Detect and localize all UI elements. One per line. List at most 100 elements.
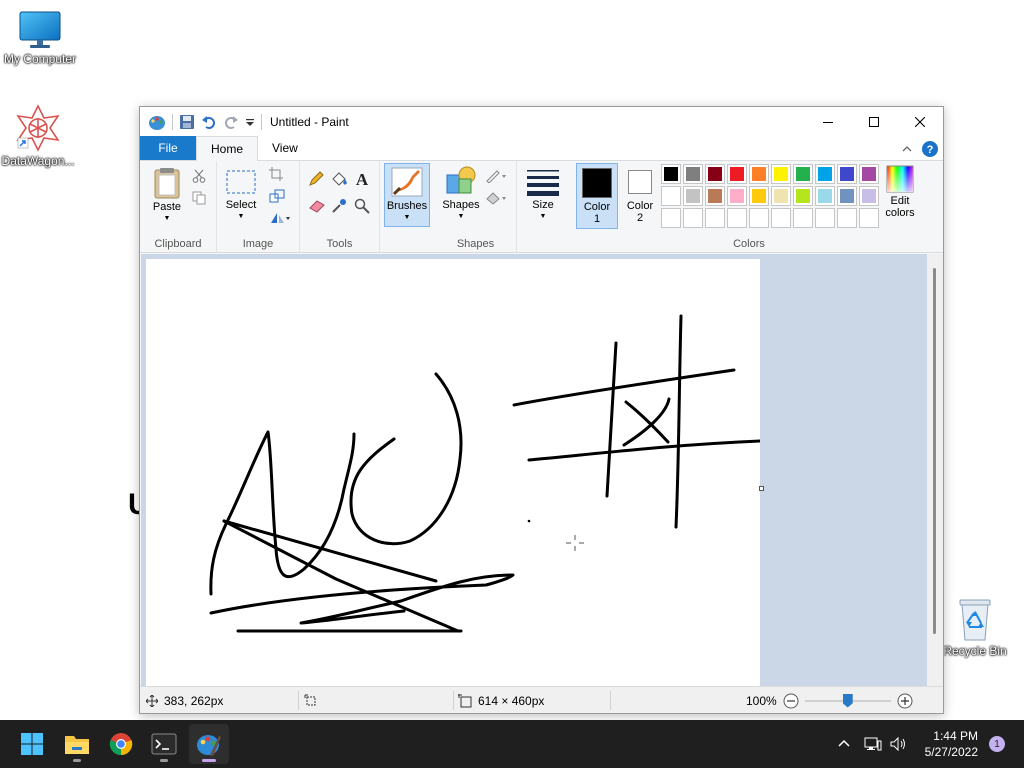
palette-swatch[interactable] xyxy=(749,164,769,184)
palette-swatch[interactable] xyxy=(705,186,725,206)
tab-file[interactable]: File xyxy=(140,136,196,160)
palette-swatch[interactable] xyxy=(793,208,813,228)
magnifier-icon[interactable] xyxy=(354,198,370,214)
palette-swatch[interactable] xyxy=(771,186,791,206)
brushes-button[interactable]: Brushes ▼ xyxy=(384,163,430,227)
volume-icon[interactable] xyxy=(890,736,908,752)
palette-swatch[interactable] xyxy=(815,164,835,184)
tab-home[interactable]: Home xyxy=(196,136,259,161)
color1-button[interactable]: Color 1 xyxy=(576,163,618,229)
help-icon[interactable]: ? xyxy=(921,140,939,158)
notification-badge[interactable]: 1 xyxy=(989,736,1005,752)
chrome-button[interactable] xyxy=(101,724,141,764)
size-button[interactable]: Size ▼ xyxy=(523,167,563,223)
save-icon[interactable] xyxy=(179,114,195,130)
edit-colors-button[interactable]: Edit colors xyxy=(879,165,921,219)
undo-icon[interactable] xyxy=(201,114,217,130)
palette-swatch[interactable] xyxy=(793,164,813,184)
palette-swatch[interactable] xyxy=(705,164,725,184)
palette-swatch[interactable] xyxy=(859,208,879,228)
vertical-scrollbar[interactable] xyxy=(927,254,943,686)
palette-swatch-color xyxy=(686,189,700,203)
group-label: Shapes xyxy=(456,238,495,250)
fill-icon[interactable] xyxy=(485,191,507,205)
cut-icon[interactable] xyxy=(192,169,206,183)
paste-button[interactable]: Paste ▼ xyxy=(148,167,186,225)
palette-swatch[interactable] xyxy=(859,164,879,184)
palette-swatch[interactable] xyxy=(771,208,791,228)
crop-icon[interactable] xyxy=(269,167,283,181)
show-hidden-icons-icon[interactable] xyxy=(836,736,852,752)
palette-swatch-color xyxy=(796,167,810,181)
color2-number: 2 xyxy=(636,212,644,224)
color-picker-icon[interactable] xyxy=(331,198,347,214)
eraser-icon[interactable] xyxy=(308,199,326,213)
palette-swatch[interactable] xyxy=(859,186,879,206)
maximize-button[interactable] xyxy=(851,107,897,137)
group-label: Tools xyxy=(326,238,353,250)
outline-icon[interactable] xyxy=(485,169,507,183)
select-button[interactable]: Select ▼ xyxy=(223,167,259,223)
palette-swatch[interactable] xyxy=(661,186,681,206)
palette-swatch[interactable] xyxy=(683,208,703,228)
palette-swatch[interactable] xyxy=(771,164,791,184)
clipboard-icon xyxy=(154,168,180,199)
palette-swatch[interactable] xyxy=(837,164,857,184)
desktop-icon-datawagon[interactable]: DataWagon... xyxy=(0,104,78,168)
rotate-icon[interactable] xyxy=(269,211,291,225)
desktop-icon-recycle-bin[interactable]: Recycle Bin xyxy=(935,596,1015,658)
fill-bucket-icon[interactable] xyxy=(330,171,348,187)
canvas-area[interactable] xyxy=(141,254,927,686)
network-icon[interactable] xyxy=(864,736,882,752)
drawing-canvas[interactable] xyxy=(146,259,764,686)
zoom-in-icon[interactable] xyxy=(897,693,913,709)
palette-swatch[interactable] xyxy=(837,208,857,228)
scrollbar-thumb[interactable] xyxy=(933,268,936,634)
group-shapes: Shapes ▼ Shapes xyxy=(435,161,517,253)
palette-swatch-color xyxy=(840,189,854,203)
collapse-ribbon-icon[interactable] xyxy=(901,143,913,155)
select-rectangle-icon xyxy=(226,170,256,194)
palette-swatch[interactable] xyxy=(793,186,813,206)
desktop-icon-my-computer[interactable]: My Computer xyxy=(0,10,80,66)
paint-taskbar-button[interactable] xyxy=(189,724,229,764)
start-button[interactable] xyxy=(12,724,52,764)
color1-number: 1 xyxy=(593,213,601,225)
shapes-button[interactable]: Shapes ▼ xyxy=(441,165,481,223)
close-button[interactable] xyxy=(897,107,943,137)
pencil-icon[interactable] xyxy=(308,171,324,187)
palette-swatch[interactable] xyxy=(661,164,681,184)
palette-swatch[interactable] xyxy=(683,164,703,184)
palette-swatch[interactable] xyxy=(727,186,747,206)
clock[interactable]: 1:44 PM 5/27/2022 xyxy=(925,728,978,760)
customize-quick-access-icon[interactable] xyxy=(245,114,255,130)
tab-view[interactable]: View xyxy=(258,136,312,160)
palette-swatch[interactable] xyxy=(749,208,769,228)
zoom-slider-thumb[interactable] xyxy=(842,693,853,708)
palette-swatch[interactable] xyxy=(815,208,835,228)
palette-swatch[interactable] xyxy=(661,208,681,228)
resize-icon[interactable] xyxy=(269,189,285,203)
palette-swatch[interactable] xyxy=(749,186,769,206)
file-explorer-button[interactable] xyxy=(57,724,97,764)
canvas-size: 614 × 460px xyxy=(458,687,544,714)
palette-swatch[interactable] xyxy=(727,164,747,184)
palette-swatch[interactable] xyxy=(727,208,747,228)
copy-icon[interactable] xyxy=(192,191,206,205)
redo-icon[interactable] xyxy=(223,114,239,130)
palette-swatch[interactable] xyxy=(837,186,857,206)
text-icon[interactable]: A xyxy=(354,170,370,188)
recycle-bin-icon xyxy=(959,599,991,641)
palette-swatch[interactable] xyxy=(705,208,725,228)
palette-swatch[interactable] xyxy=(683,186,703,206)
close-icon xyxy=(915,117,925,127)
zoom-slider[interactable] xyxy=(804,693,891,709)
palette-swatch-color xyxy=(664,189,678,203)
minimize-button[interactable] xyxy=(805,107,851,137)
zoom-out-icon[interactable] xyxy=(783,693,799,709)
terminal-button[interactable] xyxy=(144,724,184,764)
palette-swatch[interactable] xyxy=(815,186,835,206)
canvas-resize-handle[interactable] xyxy=(759,486,764,491)
color2-button[interactable]: Color 2 xyxy=(620,163,660,229)
stroke xyxy=(209,573,515,625)
